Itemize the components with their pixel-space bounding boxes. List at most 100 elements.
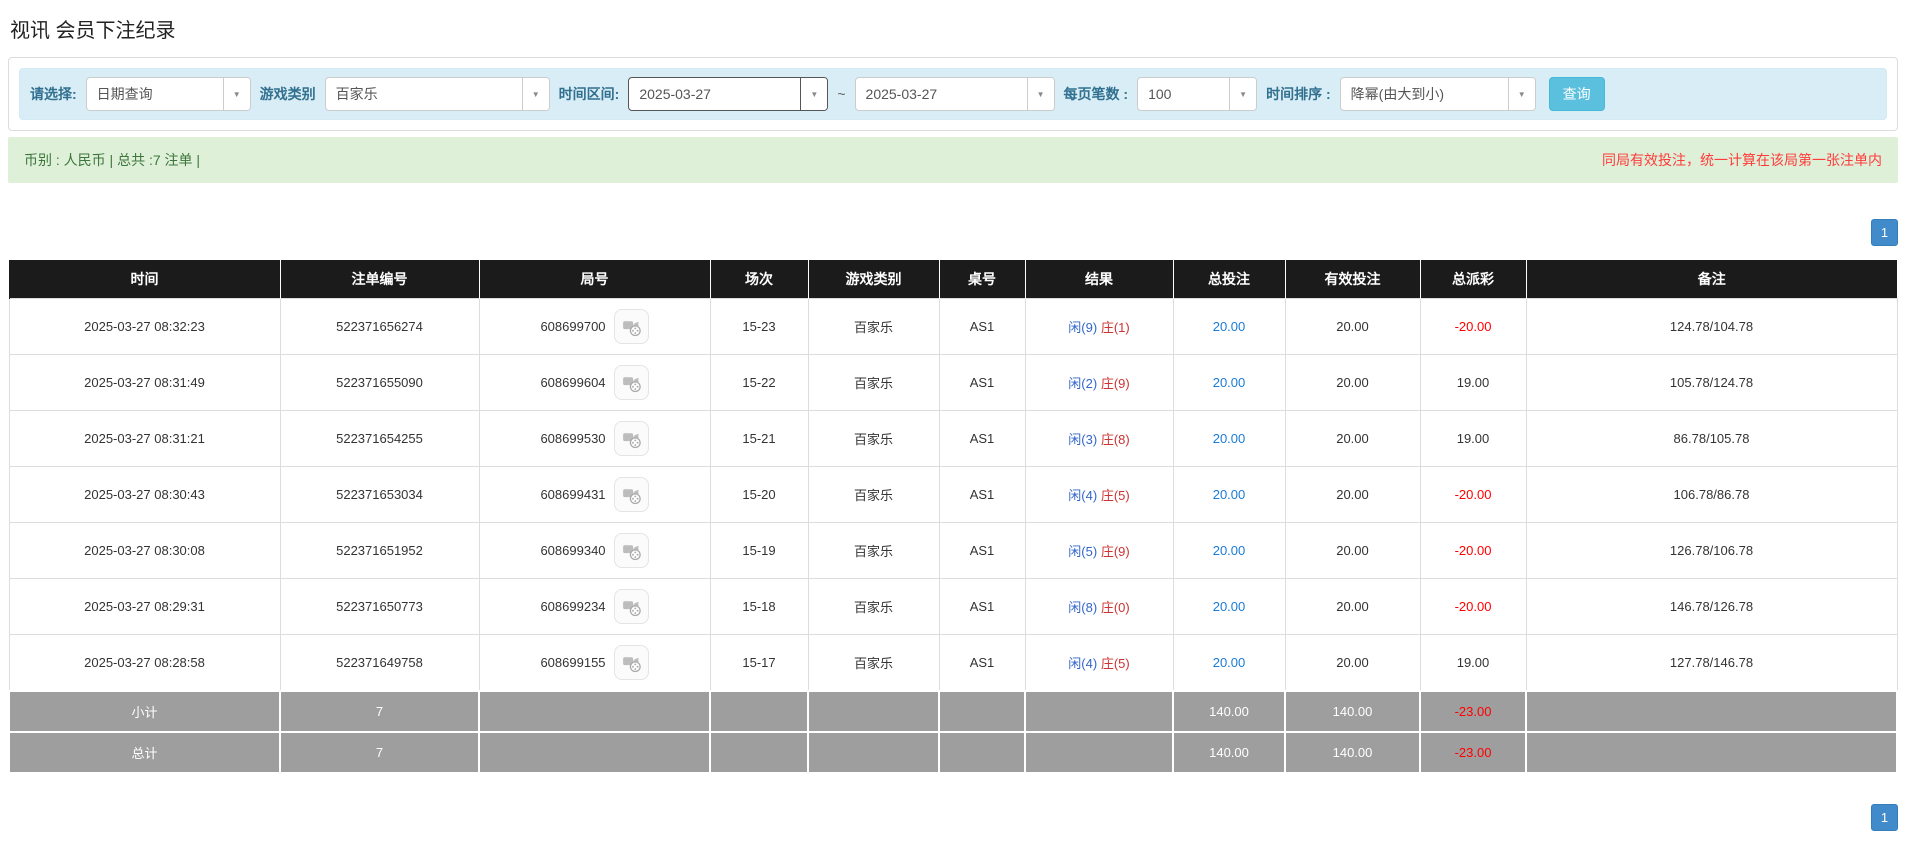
round-cell: 608699340 xyxy=(478,522,711,579)
table-number: AS1 xyxy=(938,522,1026,579)
payout: -20.00 xyxy=(1419,522,1527,579)
result-player: 闲(9) xyxy=(1068,320,1098,335)
game-type-select[interactable]: 百家乐 ▼ xyxy=(324,77,550,111)
valid-bet: 20.00 xyxy=(1284,298,1421,355)
column-header: 桌号 xyxy=(938,260,1025,299)
bet-time: 2025-03-27 08:31:49 xyxy=(8,354,281,411)
result-banker: 庄(1) xyxy=(1100,320,1130,335)
payout: -20.00 xyxy=(1419,466,1527,523)
valid-bet: 20.00 xyxy=(1284,522,1421,579)
bet-time: 2025-03-27 08:31:21 xyxy=(8,410,281,467)
search-button[interactable]: 查询 xyxy=(1548,77,1605,111)
total-bet-link[interactable]: 20.00 xyxy=(1213,599,1246,614)
session-number: 15-22 xyxy=(709,354,809,411)
round-cell: 608699234 xyxy=(478,578,711,635)
result-player: 闲(4) xyxy=(1068,488,1098,503)
round-cell: 608699431 xyxy=(478,466,711,523)
game-type: 百家乐 xyxy=(807,578,940,635)
date-range-separator: ~ xyxy=(837,86,846,102)
currency-total-text: 币别 : 人民币 | 总共 :7 注单 | xyxy=(24,152,201,168)
summary-remark xyxy=(1525,731,1898,774)
date-to-value: 2025-03-27 xyxy=(865,86,938,102)
summary-remark xyxy=(1525,690,1898,733)
video-replay-button[interactable] xyxy=(613,589,649,624)
valid-bet-notice-text: 同局有效投注，统一计算在该局第一张注单内 xyxy=(1602,152,1882,168)
total-bet-cell: 20.00 xyxy=(1172,634,1286,692)
video-replay-button[interactable] xyxy=(613,309,649,344)
page-size-selected-value: 100 xyxy=(1148,86,1172,102)
date-to-select[interactable]: 2025-03-27 ▼ xyxy=(854,77,1055,111)
result-cell: 闲(3) 庄(8) xyxy=(1024,410,1174,467)
table-row: 2025-03-27 08:31:49 522371655090 6086996… xyxy=(8,354,1898,411)
query-type-select[interactable]: 日期查询 ▼ xyxy=(85,77,251,111)
column-header: 注单编号 xyxy=(279,260,479,299)
page-title: 视讯 会员下注纪录 xyxy=(10,20,176,42)
video-replay-button[interactable] xyxy=(613,365,649,400)
result-player: 闲(3) xyxy=(1068,432,1098,447)
chevron-down-icon: ▼ xyxy=(1507,78,1535,110)
column-header: 结果 xyxy=(1024,260,1173,299)
bet-id: 522371655090 xyxy=(279,354,480,411)
result-cell: 闲(4) 庄(5) xyxy=(1024,466,1174,523)
filter-panel: 请选择: 日期查询 ▼ 游戏类别 百家乐 ▼ 时间区间: 2025-03-27 … xyxy=(8,57,1898,131)
session-number: 15-23 xyxy=(709,298,809,355)
remark: 86.78/105.78 xyxy=(1525,410,1898,467)
valid-bet: 20.00 xyxy=(1284,466,1421,523)
bet-time: 2025-03-27 08:30:43 xyxy=(8,466,281,523)
game-type: 百家乐 xyxy=(807,410,940,467)
result-banker: 庄(5) xyxy=(1100,488,1130,503)
bet-time: 2025-03-27 08:28:58 xyxy=(8,634,281,692)
page-size-select[interactable]: 100 ▼ xyxy=(1137,77,1258,111)
video-replay-button[interactable] xyxy=(613,421,649,456)
result-banker: 庄(9) xyxy=(1100,376,1130,391)
table-row: 2025-03-27 08:32:23 522371656274 6086997… xyxy=(8,298,1898,355)
pagination-top: 1 xyxy=(8,219,1898,246)
total-bet-link[interactable]: 20.00 xyxy=(1213,487,1246,502)
video-camera-icon xyxy=(622,489,641,505)
video-replay-button[interactable] xyxy=(613,477,649,512)
filter-bar: 请选择: 日期查询 ▼ 游戏类别 百家乐 ▼ 时间区间: 2025-03-27 … xyxy=(19,68,1887,120)
pagination-bottom: 1 xyxy=(8,804,1898,831)
video-camera-icon xyxy=(622,433,641,449)
column-header: 有效投注 xyxy=(1284,260,1420,299)
valid-bet: 20.00 xyxy=(1284,354,1421,411)
total-bet-cell: 20.00 xyxy=(1172,522,1286,579)
column-header: 总派彩 xyxy=(1419,260,1526,299)
sort-order-select[interactable]: 降幂(由大到小) ▼ xyxy=(1339,77,1536,111)
table-number: AS1 xyxy=(938,410,1026,467)
page-1-button[interactable]: 1 xyxy=(1871,219,1898,246)
round-number: 608699155 xyxy=(540,655,606,670)
total-bet-link[interactable]: 20.00 xyxy=(1213,319,1246,334)
remark: 124.78/104.78 xyxy=(1525,298,1898,355)
table-number: AS1 xyxy=(938,354,1026,411)
total-bet-cell: 20.00 xyxy=(1172,578,1286,635)
total-bet-link[interactable]: 20.00 xyxy=(1213,375,1246,390)
round-number: 608699700 xyxy=(540,319,606,334)
round-number: 608699530 xyxy=(540,431,606,446)
query-type-label: 请选择: xyxy=(30,86,77,102)
game-type: 百家乐 xyxy=(807,634,940,692)
payout: 19.00 xyxy=(1419,634,1527,692)
table-number: AS1 xyxy=(938,298,1026,355)
video-replay-button[interactable] xyxy=(613,533,649,568)
game-type-selected-value: 百家乐 xyxy=(335,86,378,102)
query-type-selected-value: 日期查询 xyxy=(96,86,153,102)
remark: 106.78/86.78 xyxy=(1525,466,1898,523)
page-1-button[interactable]: 1 xyxy=(1871,804,1898,831)
game-type: 百家乐 xyxy=(807,522,940,579)
bet-id: 522371650773 xyxy=(279,578,480,635)
date-from-select[interactable]: 2025-03-27 ▼ xyxy=(628,77,829,111)
bet-time: 2025-03-27 08:30:08 xyxy=(8,522,281,579)
total-bet-link[interactable]: 20.00 xyxy=(1213,655,1246,670)
valid-bet: 20.00 xyxy=(1284,410,1421,467)
video-camera-icon xyxy=(622,321,641,337)
video-replay-button[interactable] xyxy=(613,645,649,680)
total-bet-link[interactable]: 20.00 xyxy=(1213,431,1246,446)
total-bet-link[interactable]: 20.00 xyxy=(1213,543,1246,558)
summary-payout: -23.00 xyxy=(1419,690,1527,733)
chevron-down-icon: ▼ xyxy=(222,78,250,110)
sort-order-selected-value: 降幂(由大到小) xyxy=(1350,86,1444,102)
result-cell: 闲(8) 庄(0) xyxy=(1024,578,1174,635)
video-camera-icon xyxy=(622,377,641,393)
video-camera-icon xyxy=(622,657,641,673)
